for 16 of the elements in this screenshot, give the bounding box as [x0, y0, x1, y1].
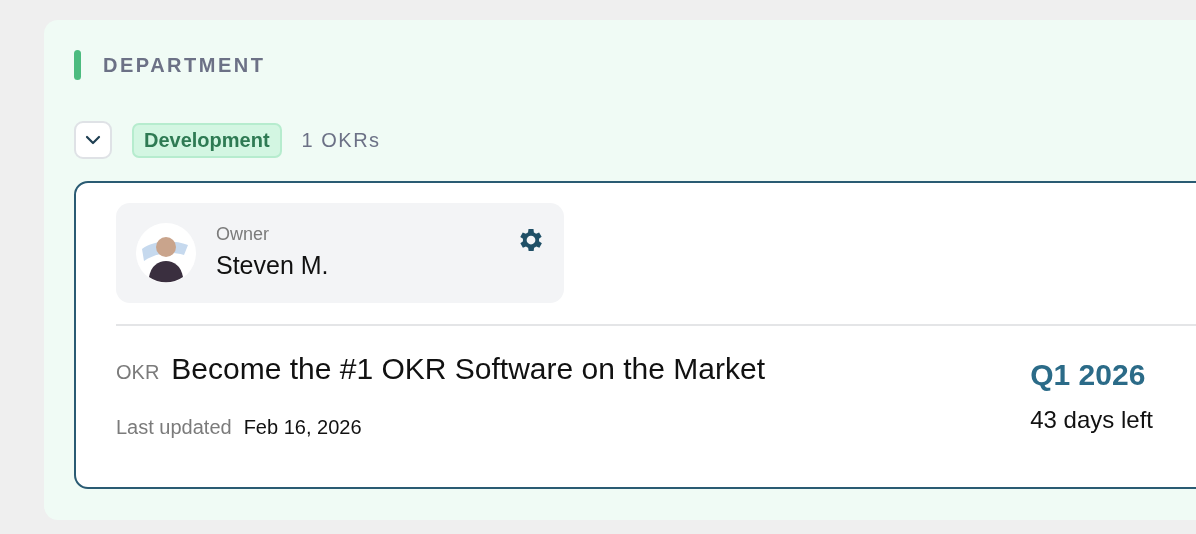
collapse-toggle[interactable] — [74, 121, 112, 159]
okr-title[interactable]: Become the #1 OKR Software on the Market — [171, 352, 765, 386]
days-left: 43 days left — [1030, 406, 1153, 434]
owner-name: Steven M. — [216, 251, 329, 280]
accent-bar — [74, 50, 81, 80]
updated-label: Last updated — [116, 416, 232, 439]
okr-prefix: OKR — [116, 361, 160, 384]
updated-date: Feb 16, 2026 — [243, 416, 362, 439]
owner-label: Owner — [216, 224, 270, 245]
okr-count: 1 OKRs — [301, 128, 381, 152]
department-tag: Development — [132, 122, 282, 158]
quarter-label: Q1 2026 — [1030, 358, 1147, 392]
okr-card[interactable]: Owner Steven M. OKR Become the #1 OKR Software on the Market Last updated Feb 16, 2026 Q1 2026 43 days left — [74, 181, 1196, 489]
section-title: DEPARTMENT — [103, 53, 266, 77]
avatar-icon — [136, 223, 196, 283]
chevron-icon — [85, 135, 101, 145]
